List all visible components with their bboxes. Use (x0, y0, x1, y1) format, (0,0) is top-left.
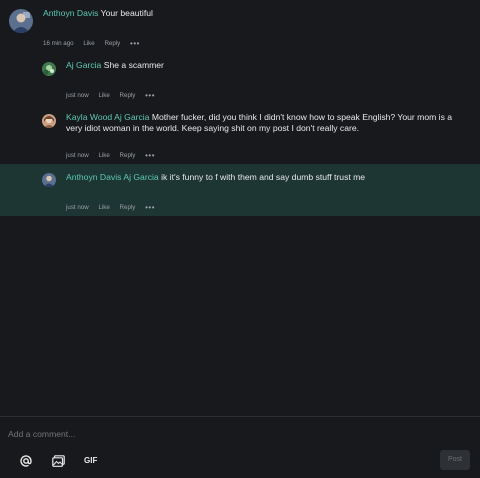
like-button[interactable]: Like (83, 40, 94, 47)
comment-mention[interactable]: Aj Garcia (123, 172, 158, 182)
comment-body: ik it's funny to f with them and say dum… (161, 172, 366, 182)
gif-button[interactable]: GIF (84, 456, 97, 465)
at-icon[interactable] (20, 454, 32, 467)
comment-text: Anthoyn Davis Aj Garcia ik it's funny to… (66, 172, 470, 183)
comment-text: Aj Garcia She a scammer (66, 60, 466, 71)
comment-meta: just now Like Reply ••• (66, 150, 163, 160)
avatar[interactable] (42, 114, 56, 128)
comment-mention[interactable]: Aj Garcia (114, 112, 149, 122)
comment-item: Anthoyn Davis Your beautiful 16 min ago … (0, 0, 480, 50)
comment-timestamp: 16 min ago (43, 40, 74, 47)
comment-composer: GIF (0, 416, 480, 478)
comment-timestamp: just now (66, 152, 89, 159)
more-options-icon[interactable]: ••• (130, 39, 140, 48)
comment-body: She a scammer (103, 60, 164, 70)
comment-author[interactable]: Anthoyn Davis (66, 172, 121, 182)
comment-author[interactable]: Kayla Wood (66, 112, 112, 122)
more-options-icon[interactable]: ••• (145, 91, 155, 100)
comment-meta: just now Like Reply ••• (66, 90, 163, 100)
like-button[interactable]: Like (98, 92, 109, 99)
post-button[interactable]: Post (440, 450, 470, 470)
image-upload-icon[interactable] (52, 454, 65, 467)
avatar[interactable] (42, 173, 56, 187)
reply-button[interactable]: Reply (120, 92, 136, 99)
comment-timestamp: just now (66, 92, 89, 99)
more-options-icon[interactable]: ••• (145, 151, 155, 160)
comment-item: Aj Garcia She a scammer just now Like Re… (0, 55, 480, 100)
reply-button[interactable]: Reply (120, 204, 136, 211)
comment-meta: 16 min ago Like Reply ••• (43, 38, 148, 48)
avatar[interactable] (9, 9, 33, 33)
comment-author[interactable]: Anthoyn Davis (43, 8, 98, 18)
comment-author[interactable]: Aj Garcia (66, 60, 101, 70)
comment-item-highlighted: Anthoyn Davis Aj Garcia ik it's funny to… (0, 164, 480, 216)
comment-body: Your beautiful (100, 8, 153, 18)
like-button[interactable]: Like (98, 152, 109, 159)
comment-item: Kayla Wood Aj Garcia Mother fucker, did … (0, 106, 480, 164)
like-button[interactable]: Like (98, 204, 109, 211)
reply-button[interactable]: Reply (120, 152, 136, 159)
comment-meta: just now Like Reply ••• (66, 202, 163, 212)
comment-input[interactable] (8, 429, 388, 439)
comment-timestamp: just now (66, 204, 89, 211)
comment-thread: Anthoyn Davis Your beautiful 16 min ago … (0, 0, 480, 416)
comment-text: Anthoyn Davis Your beautiful (43, 8, 463, 19)
avatar[interactable] (42, 62, 56, 76)
more-options-icon[interactable]: ••• (145, 203, 155, 212)
comment-text: Kayla Wood Aj Garcia Mother fucker, did … (66, 112, 470, 134)
reply-button[interactable]: Reply (104, 40, 120, 47)
